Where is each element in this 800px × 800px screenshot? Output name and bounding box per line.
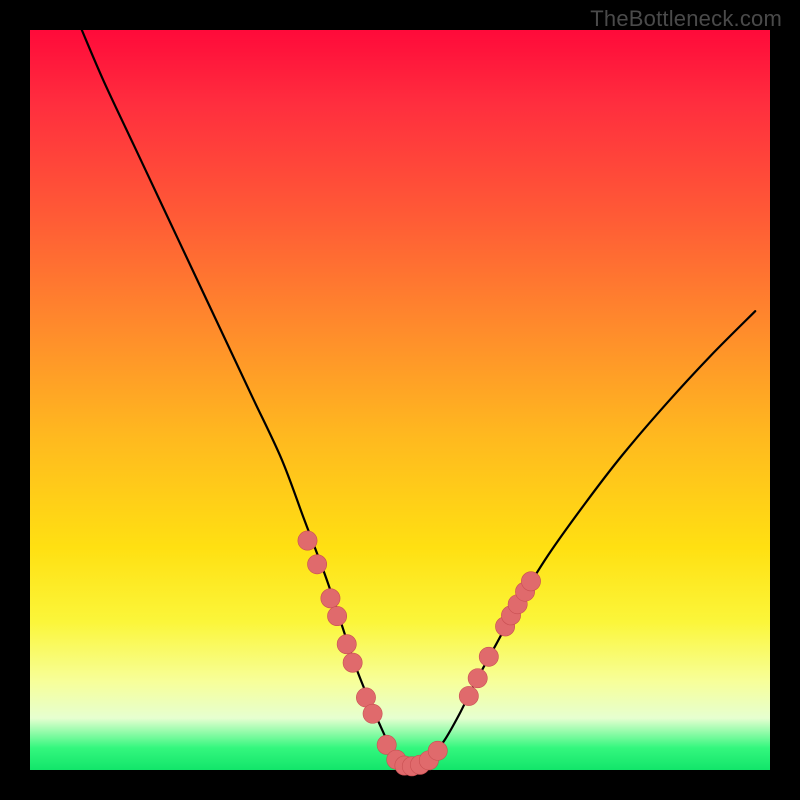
data-marker [479, 647, 498, 666]
data-marker [363, 704, 382, 723]
curve-layer [30, 30, 770, 770]
data-marker [468, 669, 487, 688]
data-marker [327, 606, 346, 625]
data-marker [308, 555, 327, 574]
plot-area [30, 30, 770, 770]
data-marker [298, 531, 317, 550]
data-marker [521, 572, 540, 591]
watermark-text: TheBottleneck.com [590, 6, 782, 32]
markers-group [298, 531, 541, 776]
bottleneck-curve [82, 30, 755, 767]
data-marker [459, 686, 478, 705]
data-marker [343, 653, 362, 672]
chart-stage: TheBottleneck.com [0, 0, 800, 800]
data-marker [337, 635, 356, 654]
data-marker [428, 741, 447, 760]
data-marker [321, 589, 340, 608]
